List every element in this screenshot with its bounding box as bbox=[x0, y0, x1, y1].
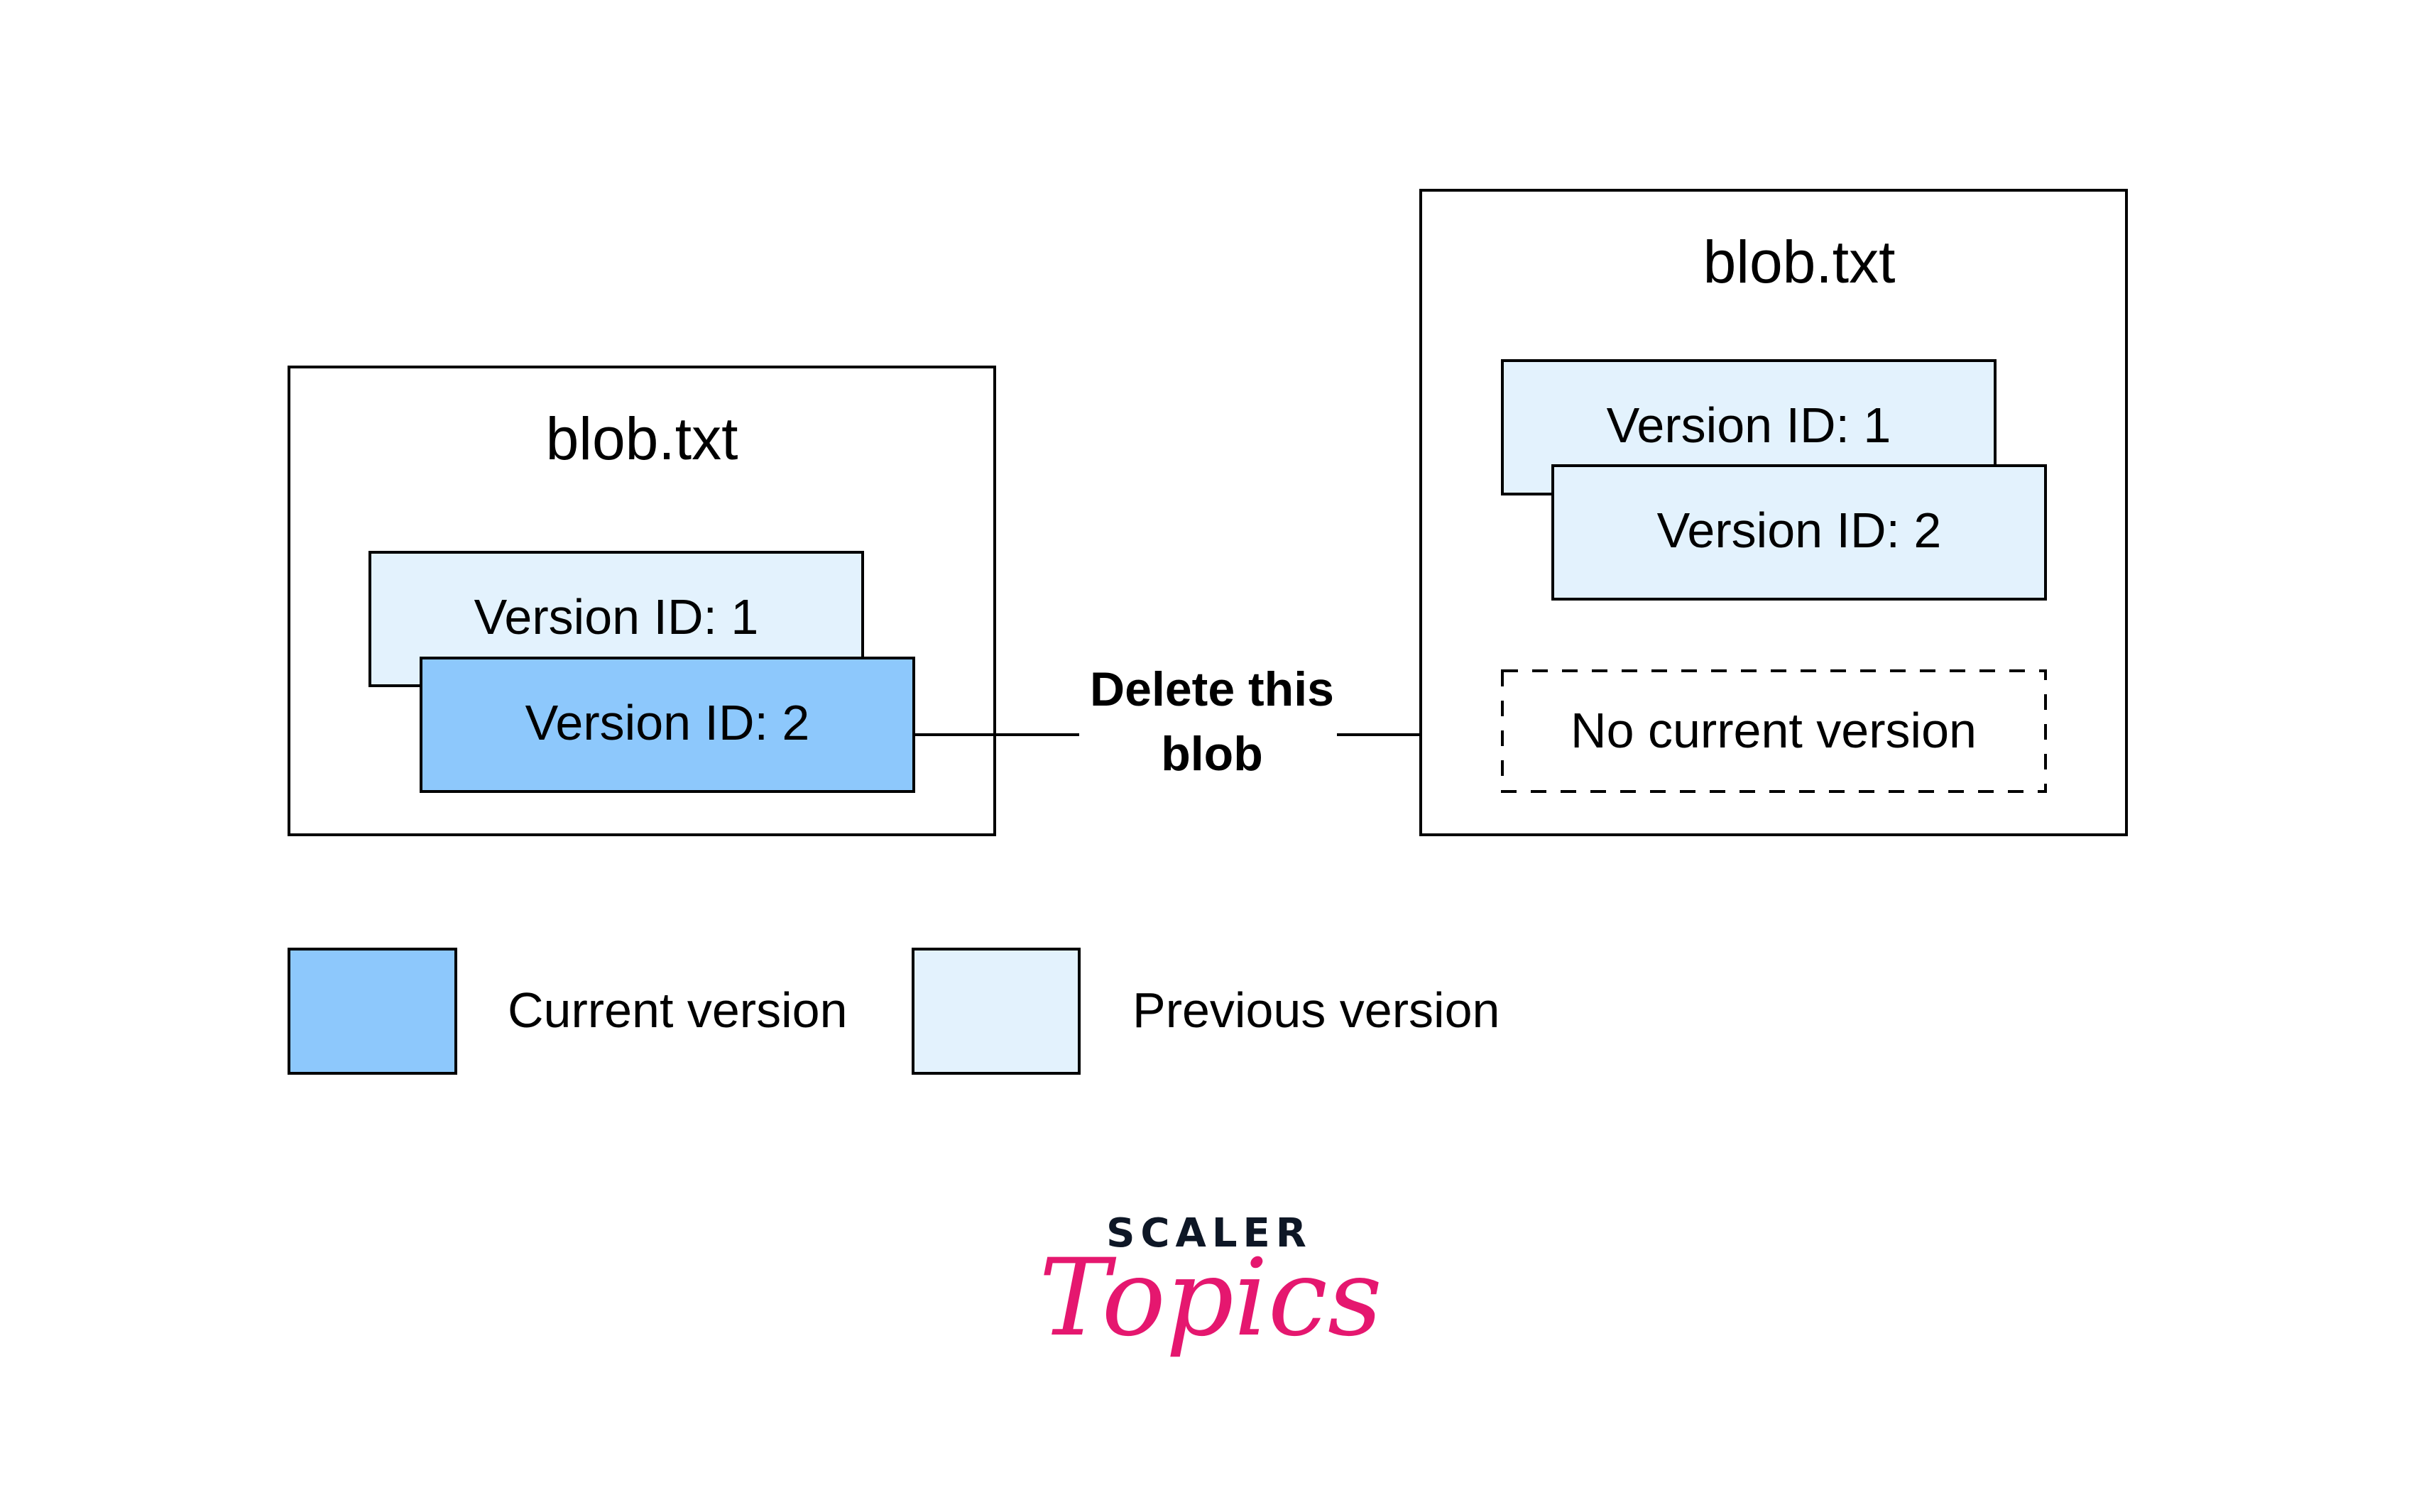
after-version-2-label: Version ID: 2 bbox=[1657, 503, 1942, 558]
legend-swatch-previous bbox=[912, 948, 1081, 1075]
action-label-line-2: blob bbox=[1161, 727, 1263, 781]
no-current-version-label: No current version bbox=[1571, 703, 1977, 758]
before-version-1-label: Version ID: 1 bbox=[474, 589, 759, 645]
scaler-topics-logo: SCALER Topics bbox=[1039, 1210, 1382, 1360]
legend-label-current: Current version bbox=[508, 982, 848, 1038]
legend-label-previous: Previous version bbox=[1132, 982, 1500, 1038]
diagram-canvas: blob.txt Version ID: 1 Version ID: 2 Del… bbox=[288, 189, 2128, 1360]
delete-arrow: Delete this blob bbox=[914, 662, 1471, 781]
legend-swatch-current bbox=[288, 948, 457, 1075]
before-blob-container: blob.txt Version ID: 1 Version ID: 2 bbox=[288, 366, 996, 836]
logo-topics-text: Topics bbox=[1039, 1237, 1382, 1360]
before-version-2-label: Version ID: 2 bbox=[525, 695, 810, 750]
action-label-line-1: Delete this bbox=[1090, 662, 1334, 716]
before-blob-title: blob.txt bbox=[546, 405, 738, 472]
after-blob-title: blob.txt bbox=[1703, 229, 1896, 295]
after-blob-container: blob.txt Version ID: 1 Version ID: 2 No … bbox=[1419, 189, 2128, 836]
legend: Current version Previous version bbox=[288, 948, 1500, 1075]
after-version-1-label: Version ID: 1 bbox=[1607, 398, 1891, 453]
